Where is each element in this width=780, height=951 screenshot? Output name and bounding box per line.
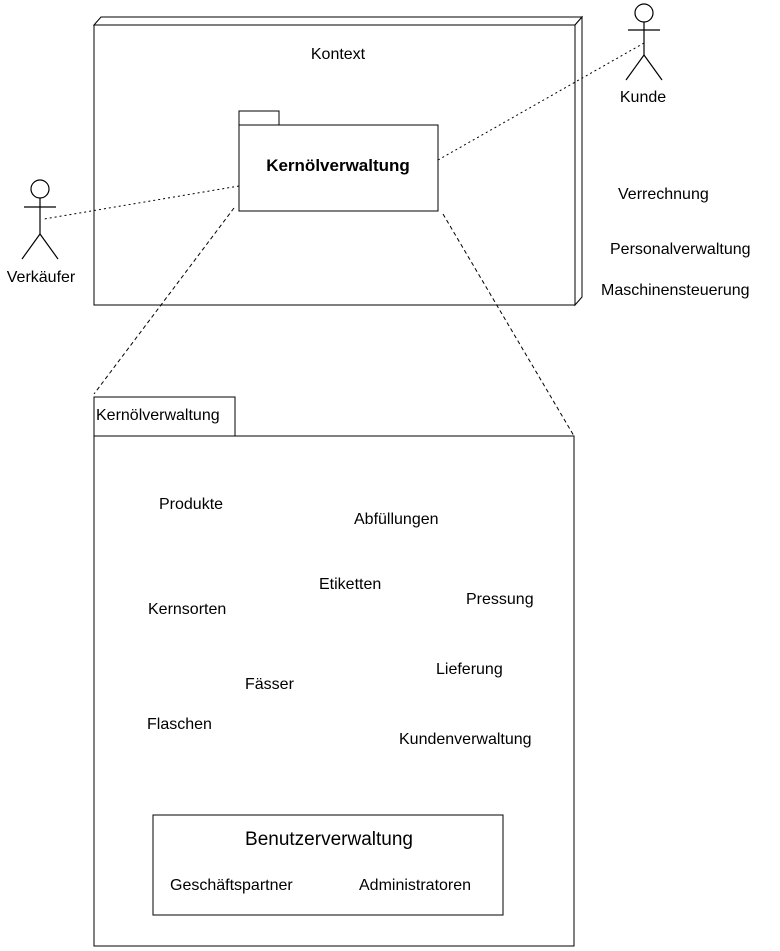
user-management-title: Benutzerverwaltung: [245, 829, 413, 850]
user-management-item-partners[interactable]: Geschäftspartner: [170, 877, 293, 895]
item-kernsorten[interactable]: Kernsorten: [148, 601, 226, 619]
core-package-tab: [238, 110, 280, 126]
detail-package-tab-label: Kernölverwaltung: [96, 407, 220, 424]
external-system-billing: Verrechnung: [618, 186, 709, 203]
item-abfuellungen[interactable]: Abfüllungen: [354, 511, 439, 529]
item-produkte[interactable]: Produkte: [159, 496, 223, 514]
item-faesser[interactable]: Fässer: [245, 676, 294, 694]
item-pressung[interactable]: Pressung: [466, 591, 534, 609]
actor-seller-label: Verkäufer: [6, 269, 76, 286]
actor-seller-head: [30, 179, 50, 199]
context-node-side-face: [574, 15, 583, 307]
actor-customer-label: Kunde: [619, 89, 667, 106]
item-kundenverwaltung[interactable]: Kundenverwaltung: [399, 731, 532, 749]
item-flaschen[interactable]: Flaschen: [147, 716, 212, 734]
actor-customer-head: [634, 3, 654, 23]
user-management-item-admins[interactable]: Administratoren: [359, 877, 471, 895]
item-etiketten[interactable]: Etiketten: [319, 576, 381, 594]
core-package-label[interactable]: Kernölverwaltung: [266, 157, 410, 175]
actor-customer-figure[interactable]: [625, 3, 663, 81]
external-system-machine-control: Maschinensteuerung: [601, 282, 750, 299]
context-node-top-face: [92, 16, 584, 26]
diagram-canvas: [21, 3, 663, 947]
context-title: Kontext: [310, 46, 366, 63]
actor-seller-figure[interactable]: [21, 179, 59, 260]
item-lieferung[interactable]: Lieferung: [436, 661, 503, 679]
external-system-hr: Personalverwaltung: [610, 241, 751, 258]
